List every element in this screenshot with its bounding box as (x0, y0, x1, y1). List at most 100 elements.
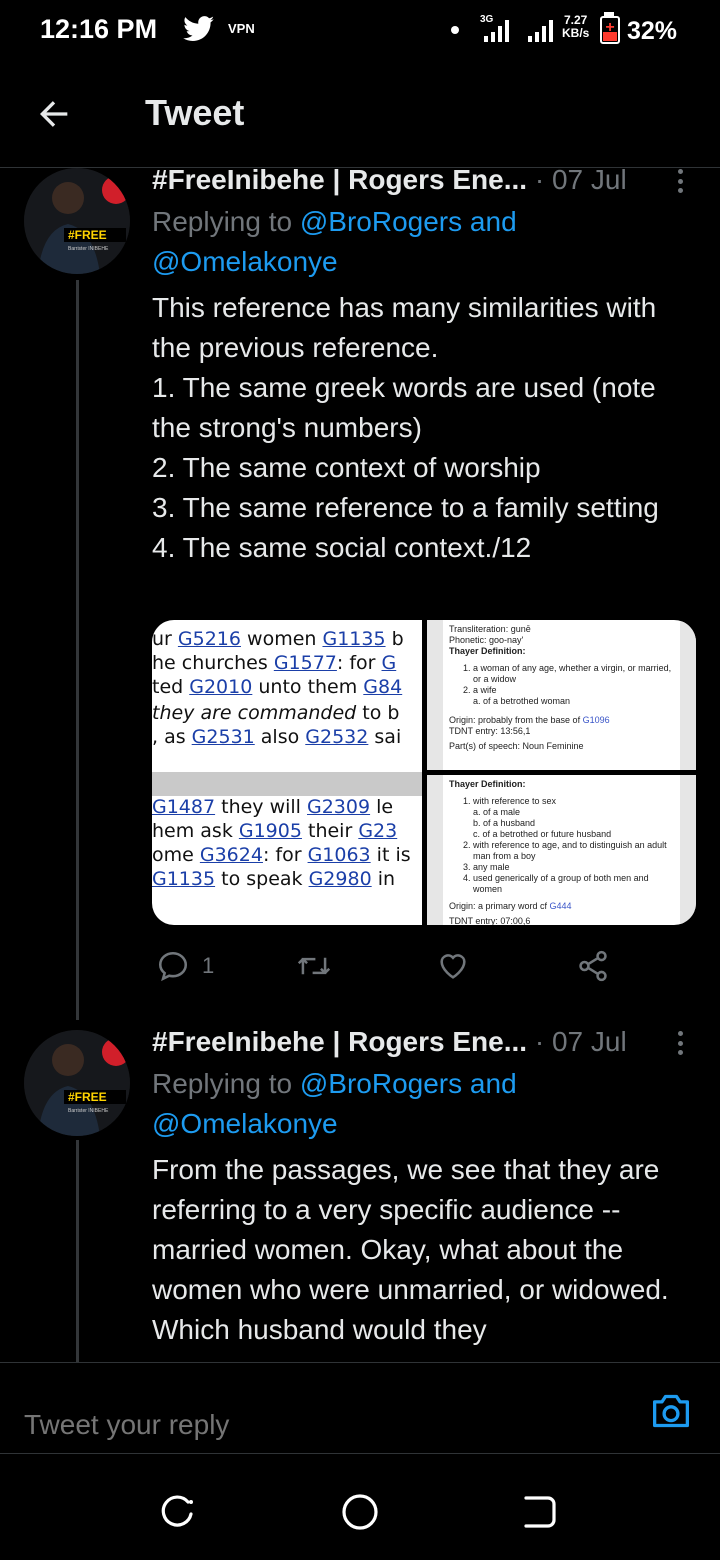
definition-item: a. of a male (473, 807, 521, 817)
verse-text: they are commanded (152, 702, 357, 724)
verse-line: hem ask G1905 their G23 (152, 820, 397, 842)
reply-input[interactable] (0, 1363, 640, 1453)
lexicon-entry-2: Thayer Definition: 1. with reference to … (445, 775, 677, 925)
verse-line: he churches G1577: for G (152, 652, 396, 674)
verse-text: : for (262, 844, 308, 866)
speed-unit: KB/s (562, 26, 590, 40)
strongs-link[interactable]: G2532 (305, 726, 368, 748)
strongs-link[interactable]: G5216 (178, 628, 241, 650)
strongs-link[interactable]: G2010 (189, 676, 252, 698)
avatar-image: #FREE Barrister INIBEHE (24, 168, 130, 274)
strongs-link[interactable]: G (382, 652, 397, 674)
avatar-caption-text: Barrister INIBEHE (68, 246, 109, 252)
verse-text: also (254, 726, 306, 748)
avatar-image: #FREE Barrister INIBEHE (24, 1030, 130, 1136)
strongs-link[interactable]: G3624 (200, 844, 263, 866)
share-icon (579, 950, 607, 982)
verse-text: ted (152, 676, 190, 698)
verse-text: in (371, 868, 396, 890)
notification-dot (451, 26, 459, 34)
definition-item: 4. used generically of a group of both m… (463, 873, 649, 883)
strongs-link[interactable]: G1135 (322, 628, 385, 650)
more-options-icon[interactable] (668, 166, 692, 196)
avatar[interactable]: #FREE Barrister INIBEHE (24, 168, 130, 274)
verse-text: hem ask (152, 820, 239, 842)
author-name[interactable]: #FreeInibehe | Rogers Ene... (152, 1026, 527, 1057)
media-image-lexicon-2[interactable]: Thayer Definition: 1. with reference to … (427, 775, 696, 925)
verse-text: to speak (215, 868, 309, 890)
verse-line: G1487 they will G2309 le (152, 796, 393, 818)
verse-text: le (370, 796, 394, 818)
verse-line: ur G5216 women G1135 b (152, 628, 404, 650)
avatar[interactable]: #FREE Barrister INIBEHE (24, 1030, 130, 1136)
verse-text: they will (215, 796, 307, 818)
tweet-header: #FreeInibehe | Rogers Ene... · 07 Jul (152, 1026, 627, 1058)
replying-to: Replying to @BroRogers and @Omelakonye (152, 202, 692, 282)
definition-heading: Thayer Definition: (449, 779, 526, 789)
camera-icon[interactable] (648, 1391, 694, 1431)
mention-link-2[interactable]: @Omelakonye (152, 246, 338, 277)
vpn-indicator: VPN (228, 21, 255, 36)
media-image-lexicon-1[interactable]: Transliteration: gunē Phonetic: goo-nay'… (427, 620, 696, 770)
reply-composer (0, 1362, 720, 1454)
definition-item: or a widow (473, 674, 517, 684)
avatar-badge-text: #FREE (68, 1090, 107, 1104)
avatar-badge-text: #FREE (68, 228, 107, 242)
strongs-link[interactable]: G1577 (274, 652, 337, 674)
strongs-link[interactable]: G1905 (239, 820, 302, 842)
back-icon[interactable] (520, 1492, 560, 1532)
transliteration: Transliteration: gunē (449, 624, 531, 634)
heart-icon (440, 954, 466, 979)
tweet-date[interactable]: 07 Jul (552, 1026, 627, 1057)
share-button[interactable] (576, 946, 610, 986)
phonetic: Phonetic: goo-nay' (449, 635, 524, 645)
home-icon[interactable] (340, 1492, 380, 1532)
verse-text: their (301, 820, 359, 842)
verse-text: to b (356, 702, 400, 724)
verse-text: he churches (152, 652, 274, 674)
verse-text: ur (152, 628, 178, 650)
mention-and[interactable]: and (470, 206, 517, 237)
verse-line: ome G3624: for G1063 it is (152, 844, 411, 866)
replying-prefix: Replying to (152, 1068, 293, 1099)
author-name[interactable]: #FreeInibehe | Rogers Ene... (152, 164, 527, 195)
verse-line: G1135 to speak G2980 in (152, 868, 395, 890)
mention-link[interactable]: @BroRogers (300, 1068, 462, 1099)
thread-connector (76, 280, 79, 1020)
mention-link[interactable]: @BroRogers (300, 206, 462, 237)
twitter-bird-icon (183, 16, 215, 41)
definition-item: c. of a betrothed or future husband (473, 829, 612, 839)
definition-item: 1. with reference to sex (463, 796, 557, 806)
recents-icon[interactable] (160, 1492, 200, 1532)
definition-item: b. of a husband (473, 818, 536, 828)
retweet-button[interactable] (296, 946, 332, 986)
separator: · (534, 164, 545, 195)
tweet-header: #FreeInibehe | Rogers Ene... · 07 Jul (152, 164, 627, 196)
strongs-link[interactable]: G1487 (152, 796, 215, 818)
strongs-link[interactable]: G84 (363, 676, 402, 698)
more-options-icon[interactable] (668, 1028, 692, 1058)
strongs-link[interactable]: G2531 (192, 726, 255, 748)
strongs-link[interactable]: G2980 (309, 868, 372, 890)
strongs-link[interactable]: G23 (358, 820, 397, 842)
definition-heading: Thayer Definition: (449, 646, 526, 656)
thread-connector-2 (76, 1140, 79, 1362)
arrow-left-icon[interactable] (34, 94, 74, 134)
media-image-verse[interactable]: ur G5216 women G1135 b he churches G1577:… (152, 620, 422, 925)
mention-link-2[interactable]: @Omelakonye (152, 1108, 338, 1139)
highlight-bar (152, 772, 422, 796)
like-button[interactable] (436, 946, 470, 986)
definition-item: 1. a woman of any age, whether a virgin,… (463, 663, 672, 673)
tweet-media[interactable]: ur G5216 women G1135 b he churches G1577:… (152, 620, 696, 925)
tdnt-entry: TDNT entry: 13:56,1 (449, 726, 531, 736)
verse-line: they are commanded to b (152, 702, 399, 724)
tdnt-entry: TDNT entry: 07:00,6 (449, 916, 531, 925)
tweet-date[interactable]: 07 Jul (552, 164, 627, 195)
mention-and[interactable]: and (470, 1068, 517, 1099)
strongs-link[interactable]: G1063 (308, 844, 371, 866)
reply-button[interactable]: 1 (156, 946, 214, 986)
definition-item: women (473, 884, 503, 894)
strongs-link[interactable]: G2309 (307, 796, 370, 818)
strongs-link[interactable]: G1135 (152, 868, 215, 890)
left-strip (427, 775, 443, 925)
